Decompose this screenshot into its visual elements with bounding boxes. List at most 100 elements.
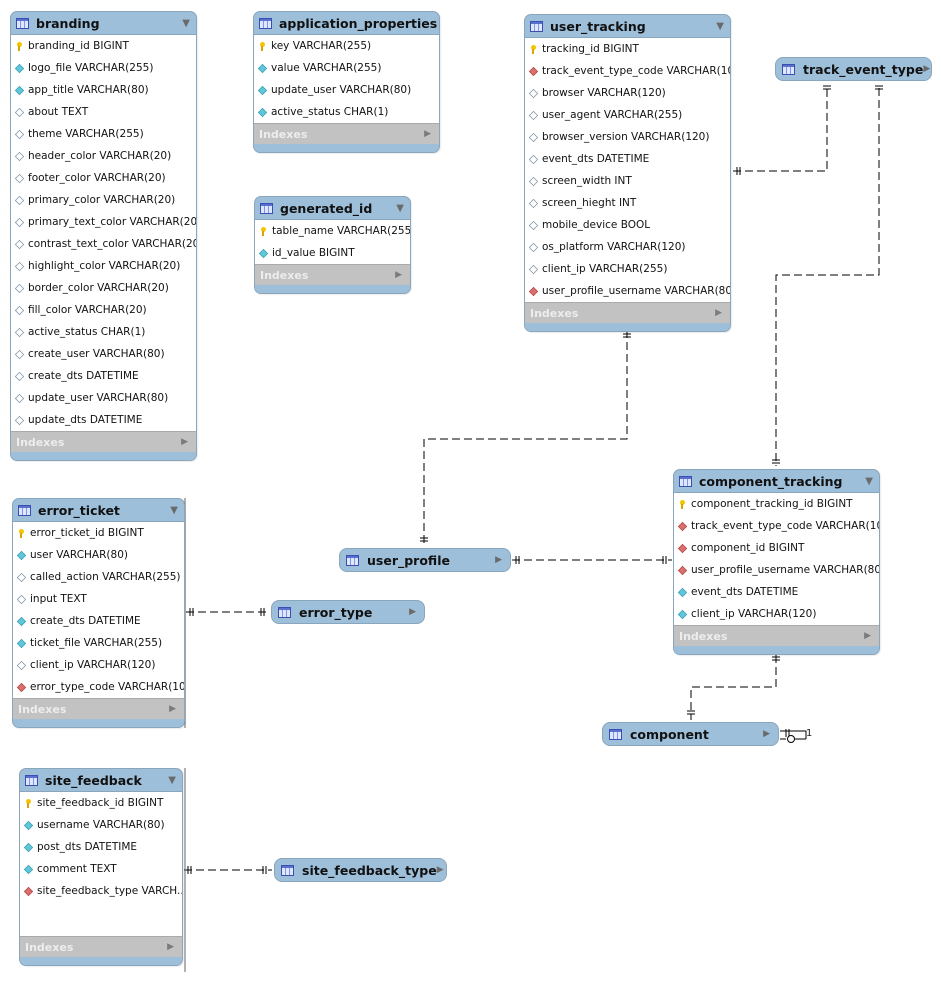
expand-arrow-icon[interactable]: ▶ [395, 270, 402, 280]
collapsed-table-component[interactable]: component ▶ [602, 722, 779, 746]
column-row[interactable]: client_ip VARCHAR(120) [13, 654, 184, 676]
expand-arrow-icon[interactable]: ▶ [437, 865, 444, 875]
collapse-arrow-icon[interactable]: ▼ [396, 203, 404, 214]
column-row[interactable]: app_title VARCHAR(80) [11, 79, 196, 101]
collapse-arrow-icon[interactable]: ▼ [168, 775, 176, 786]
column-row[interactable]: border_color VARCHAR(20) [11, 277, 196, 299]
column-row[interactable]: called_action VARCHAR(255) [13, 566, 184, 588]
column-row[interactable]: component_id BIGINT [674, 537, 879, 559]
table-generated-id[interactable]: generated_id ▼ table_name VARCHAR(255) id_v… [254, 196, 411, 294]
expand-arrow-icon[interactable]: ▶ [923, 64, 930, 74]
column-row[interactable]: theme VARCHAR(255) [11, 123, 196, 145]
column-row[interactable]: fill_color VARCHAR(20) [11, 299, 196, 321]
column-row[interactable]: user_profile_username VARCHAR(80) [525, 280, 730, 302]
collapse-arrow-icon[interactable]: ▼ [716, 21, 724, 32]
column-row[interactable]: header_color VARCHAR(20) [11, 145, 196, 167]
column-row[interactable]: screen_hieght INT [525, 192, 730, 214]
expand-arrow-icon[interactable]: ▶ [169, 704, 176, 714]
column-row[interactable]: logo_file VARCHAR(255) [11, 57, 196, 79]
column-row[interactable]: ticket_file VARCHAR(255) [13, 632, 184, 654]
table-branding[interactable]: branding ▼ branding_id BIGINT logo_file VAR… [10, 11, 197, 461]
table-site-feedback[interactable]: site_feedback ▼ site_feedback_id BIGINT use… [19, 768, 183, 966]
column-row[interactable]: update_user VARCHAR(80) [254, 79, 439, 101]
indexes-section[interactable]: Indexes ▶ [525, 302, 730, 323]
column-row[interactable]: site_feedback_type VARCH... [20, 880, 182, 902]
expand-arrow-icon[interactable]: ▶ [409, 607, 416, 617]
expand-arrow-icon[interactable]: ▶ [167, 942, 174, 952]
collapsed-table-user-profile[interactable]: user_profile ▶ [339, 548, 511, 572]
column-row[interactable]: about TEXT [11, 101, 196, 123]
column-row[interactable]: value VARCHAR(255) [254, 57, 439, 79]
column-row[interactable]: site_feedback_id BIGINT [20, 792, 182, 814]
table-header[interactable]: generated_id ▼ [255, 197, 410, 219]
column-row[interactable]: footer_color VARCHAR(20) [11, 167, 196, 189]
table-header[interactable]: user_tracking ▼ [525, 15, 730, 37]
column-row[interactable]: active_status CHAR(1) [254, 101, 439, 123]
column-row[interactable]: contrast_text_color VARCHAR(20) [11, 233, 196, 255]
column-row[interactable]: input TEXT [13, 588, 184, 610]
table-header[interactable]: error_ticket ▼ [13, 499, 184, 521]
table-user-tracking[interactable]: user_tracking ▼ tracking_id BIGINT track_ev… [524, 14, 731, 332]
column-row[interactable]: os_platform VARCHAR(120) [525, 236, 730, 258]
expand-arrow-icon[interactable]: ▶ [181, 437, 188, 447]
collapse-arrow-icon[interactable]: ▼ [182, 18, 190, 29]
column-row[interactable]: user VARCHAR(80) [13, 544, 184, 566]
expand-arrow-icon[interactable]: ▶ [424, 129, 431, 139]
column-row[interactable]: event_dts DATETIME [674, 581, 879, 603]
column-row[interactable]: username VARCHAR(80) [20, 814, 182, 836]
table-application-properties[interactable]: application_properties▼key VARCHAR(255) v… [253, 11, 440, 153]
expand-arrow-icon[interactable]: ▶ [715, 308, 722, 318]
column-row[interactable]: key VARCHAR(255) [254, 35, 439, 57]
column-list-spacer [20, 902, 182, 936]
column-row[interactable]: update_dts DATETIME [11, 409, 196, 431]
column-row[interactable]: browser_version VARCHAR(120) [525, 126, 730, 148]
indexes-section[interactable]: Indexes ▶ [20, 936, 182, 957]
column-row[interactable]: post_dts DATETIME [20, 836, 182, 858]
table-header[interactable]: branding ▼ [11, 12, 196, 34]
expand-arrow-icon[interactable]: ▶ [864, 631, 871, 641]
column-row[interactable]: active_status CHAR(1) [11, 321, 196, 343]
column-row[interactable]: client_ip VARCHAR(255) [525, 258, 730, 280]
indexes-section[interactable]: Indexes ▶ [13, 698, 184, 719]
column-row[interactable]: error_type_code VARCHAR(10) [13, 676, 184, 698]
column-row[interactable]: primary_text_color VARCHAR(20) [11, 211, 196, 233]
column-row[interactable]: error_ticket_id BIGINT [13, 522, 184, 544]
table-component-tracking[interactable]: component_tracking ▼ component_tracking_id… [673, 469, 880, 655]
table-header[interactable]: application_properties▼ [254, 12, 439, 34]
indexes-section[interactable]: Indexes ▶ [674, 625, 879, 646]
table-error-ticket[interactable]: error_ticket ▼ error_ticket_id BIGINT user … [12, 498, 185, 728]
column-row[interactable]: tracking_id BIGINT [525, 38, 730, 60]
column-row[interactable]: client_ip VARCHAR(120) [674, 603, 879, 625]
column-row[interactable]: user_agent VARCHAR(255) [525, 104, 730, 126]
column-row[interactable]: comment TEXT [20, 858, 182, 880]
column-row[interactable]: component_tracking_id BIGINT [674, 493, 879, 515]
expand-arrow-icon[interactable]: ▶ [763, 729, 770, 739]
collapse-arrow-icon[interactable]: ▼ [865, 476, 873, 487]
column-row[interactable]: primary_color VARCHAR(20) [11, 189, 196, 211]
column-row[interactable]: track_event_type_code VARCHAR(10) [674, 515, 879, 537]
table-header[interactable]: site_feedback ▼ [20, 769, 182, 791]
expand-arrow-icon[interactable]: ▶ [495, 555, 502, 565]
column-row[interactable]: user_profile_username VARCHAR(80) [674, 559, 879, 581]
indexes-section[interactable]: Indexes ▶ [254, 123, 439, 144]
indexes-section[interactable]: Indexes ▶ [11, 431, 196, 452]
collapsed-table-track-event-type[interactable]: track_event_type ▶ [775, 57, 932, 81]
column-row[interactable]: mobile_device BOOL [525, 214, 730, 236]
column-row[interactable]: branding_id BIGINT [11, 35, 196, 57]
column-row[interactable]: event_dts DATETIME [525, 148, 730, 170]
table-header[interactable]: component_tracking ▼ [674, 470, 879, 492]
column-row[interactable]: id_value BIGINT [255, 242, 410, 264]
column-row[interactable]: create_user VARCHAR(80) [11, 343, 196, 365]
collapse-arrow-icon[interactable]: ▼ [170, 505, 178, 516]
column-row[interactable]: update_user VARCHAR(80) [11, 387, 196, 409]
column-row[interactable]: table_name VARCHAR(255) [255, 220, 410, 242]
collapsed-table-site-feedback-type[interactable]: site_feedback_type ▶ [274, 858, 447, 882]
column-row[interactable]: browser VARCHAR(120) [525, 82, 730, 104]
column-row[interactable]: highlight_color VARCHAR(20) [11, 255, 196, 277]
collapsed-table-error-type[interactable]: error_type ▶ [271, 600, 425, 624]
column-row[interactable]: create_dts DATETIME [11, 365, 196, 387]
column-row[interactable]: track_event_type_code VARCHAR(10) [525, 60, 730, 82]
column-row[interactable]: create_dts DATETIME [13, 610, 184, 632]
indexes-section[interactable]: Indexes ▶ [255, 264, 410, 285]
column-row[interactable]: screen_width INT [525, 170, 730, 192]
